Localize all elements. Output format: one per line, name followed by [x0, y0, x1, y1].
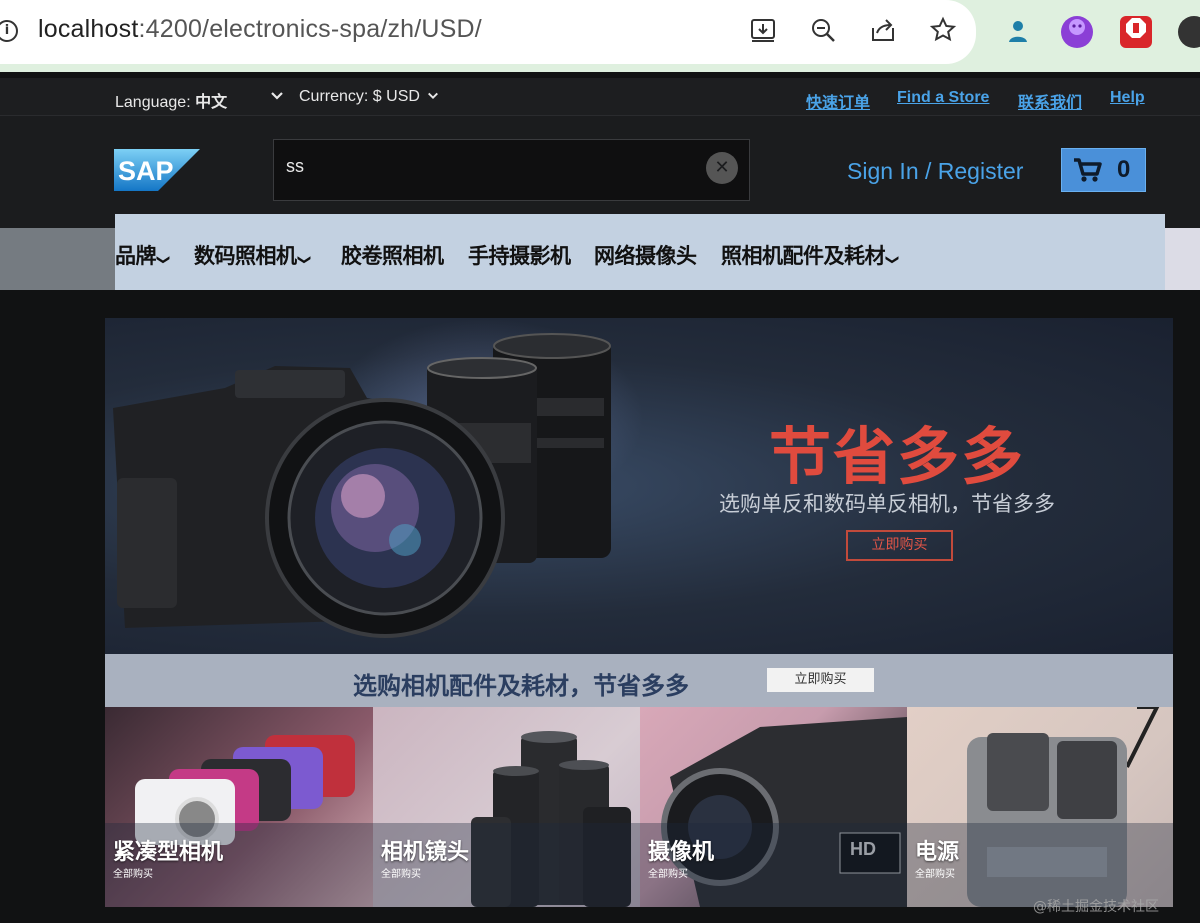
nav-item-digital-cameras-label: 数码照相机 — [194, 244, 297, 268]
language-selector[interactable]: Language: 中文 — [115, 88, 227, 112]
nav-right-strip — [1165, 228, 1200, 290]
nav-item-brands[interactable]: 品牌❯ — [115, 240, 171, 270]
assistant-extension-icon[interactable] — [1061, 16, 1093, 48]
search-input[interactable]: ss ✕ — [273, 139, 750, 201]
logo-text: SAP — [118, 156, 174, 186]
category-tile-compact-cameras[interactable]: 紧凑型相机 全部购买 — [105, 707, 373, 907]
currency-chevron-down-icon — [428, 92, 439, 100]
bookmark-star-icon[interactable] — [928, 16, 958, 46]
url-host: localhost — [38, 15, 139, 43]
nav-item-accessories[interactable]: 照相机配件及耗材❯ — [721, 240, 900, 270]
contact-us-link[interactable]: 联系我们 — [1018, 89, 1082, 113]
quick-order-link[interactable]: 快速订单 — [806, 89, 870, 113]
currency-label: Currency: $ USD — [299, 88, 420, 105]
category-tile-camera-lenses[interactable]: 相机镜头 全部购买 — [373, 707, 640, 907]
more-extension-icon[interactable] — [1178, 16, 1200, 48]
category-navigation: 品牌❯ 数码照相机❯ 胶卷照相机 手持摄影机 网络摄像头 照相机配件及耗材❯ — [115, 214, 1165, 290]
nav-left-overlay — [0, 228, 115, 290]
nav-item-digital-cameras[interactable]: 数码照相机❯ — [194, 240, 312, 270]
mini-cart-button[interactable]: 0 — [1061, 148, 1146, 192]
chevron-down-icon: ❯ — [296, 254, 312, 265]
utility-bar: Language: 中文 Currency: $ USD 快速订单 Find a… — [0, 78, 1200, 116]
hero-subtitle: 选购单反和数码单反相机，节省多多 — [719, 492, 1055, 516]
chevron-down-icon: ❯ — [884, 254, 900, 265]
category-tile-camcorders[interactable]: HD 摄像机 全部购买 — [640, 707, 907, 907]
address-url[interactable]: localhost:4200/electronics-spa/zh/USD/ — [38, 15, 482, 44]
url-path: :4200/electronics-spa/zh/USD/ — [138, 15, 482, 43]
cart-icon — [1074, 158, 1102, 182]
hero-title: 节省多多 — [769, 420, 1026, 493]
sign-in-register-link[interactable]: Sign In / Register — [847, 158, 1023, 185]
tile-shop-all-link[interactable]: 全部购买 — [648, 865, 688, 880]
profile-extension-icon[interactable] — [1002, 16, 1034, 48]
find-store-link[interactable]: Find a Store — [897, 89, 989, 107]
tile-shop-all-link[interactable]: 全部购买 — [381, 865, 421, 880]
nav-item-camcorders[interactable]: 手持摄影机 — [468, 240, 571, 270]
search-value: ss — [286, 156, 304, 176]
tile-shop-all-link[interactable]: 全部购买 — [915, 865, 955, 880]
category-tile-power[interactable]: 电源 全部购买 — [907, 707, 1173, 907]
currency-selector[interactable]: Currency: $ USD — [299, 88, 439, 106]
browser-toolbar: i localhost:4200/electronics-spa/zh/USD/ — [0, 0, 1200, 72]
site-header: SAP ss ✕ Sign In / Register 0 — [0, 116, 1200, 228]
sap-logo[interactable]: SAP — [114, 149, 200, 191]
watermark: @稀土掘金技术社区 — [1033, 899, 1159, 915]
hero-buy-now-button[interactable]: 立即购买 — [846, 530, 953, 561]
install-app-icon[interactable] — [748, 16, 778, 46]
help-link[interactable]: Help — [1110, 89, 1145, 107]
language-value: 中文 — [195, 94, 228, 111]
clear-search-icon[interactable]: ✕ — [706, 152, 738, 184]
tile-label: 摄像机 — [648, 840, 715, 865]
adblock-extension-icon[interactable] — [1120, 16, 1152, 48]
language-chevron-down-icon[interactable] — [270, 90, 284, 104]
chevron-down-icon: ❯ — [155, 254, 171, 265]
hero-banner[interactable]: 节省多多 选购单反和数码单反相机，节省多多 立即购买 — [105, 318, 1173, 654]
promo-buy-now-button[interactable]: 立即购买 — [767, 668, 874, 692]
zoom-out-icon[interactable] — [808, 16, 838, 46]
nav-item-film-cameras[interactable]: 胶卷照相机 — [341, 240, 444, 270]
tile-label: 相机镜头 — [381, 840, 470, 865]
tile-label: 紧凑型相机 — [113, 840, 224, 865]
camera-lens-illustration — [113, 333, 611, 638]
cart-count: 0 — [1117, 156, 1131, 183]
tile-label: 电源 — [915, 840, 960, 865]
tile-shop-all-link[interactable]: 全部购买 — [113, 865, 153, 880]
share-icon[interactable] — [868, 16, 898, 46]
nav-item-webcams[interactable]: 网络摄像头 — [594, 240, 697, 270]
nav-item-accessories-label: 照相机配件及耗材 — [721, 244, 886, 268]
promo-text: 选购相机配件及耗材，节省多多 — [353, 672, 689, 700]
accessories-promo-banner[interactable]: 选购相机配件及耗材，节省多多 立即购买 — [105, 654, 1173, 707]
nav-item-brands-label: 品牌 — [115, 244, 157, 268]
language-label: Language: — [115, 94, 191, 111]
